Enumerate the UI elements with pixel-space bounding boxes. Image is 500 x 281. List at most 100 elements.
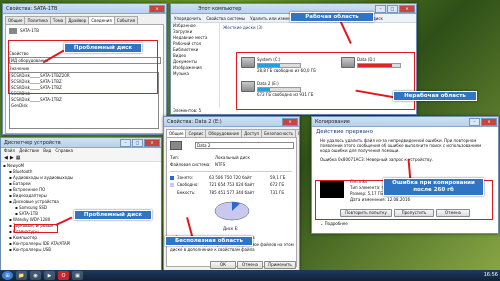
group-header: Жесткие диски (3)	[223, 25, 263, 30]
device-tree-label: Samsung SSD	[18, 205, 47, 210]
device-tree-item[interactable]: ▪ Контроллеры USB	[1, 247, 161, 253]
tab-2[interactable]: Тома	[49, 16, 67, 24]
window-title: Диспетчер устройств	[4, 139, 61, 146]
menu-item[interactable]: Файл	[4, 148, 15, 154]
close-button[interactable]: ✕	[399, 5, 415, 13]
tab-0[interactable]: Общие	[5, 16, 26, 24]
ok-button[interactable]: ОК	[210, 261, 236, 269]
used-label: Занято:	[177, 175, 194, 180]
device-tree-label: Контроллеры IDE ATA/ATAPI	[12, 241, 71, 246]
used-bytes: 63 506 750 720 байт	[209, 175, 252, 180]
tab-4[interactable]: Сведения	[88, 16, 115, 24]
tab-5[interactable]: События	[113, 16, 138, 24]
tab-strip: Общие Сервис Оборудование Доступ Безопасност…	[164, 127, 299, 137]
tab-2[interactable]: Оборудование	[205, 129, 243, 137]
tab-3[interactable]: Драйвер	[65, 16, 90, 24]
fs-value: NTFS	[215, 162, 226, 167]
back-icon[interactable]: ◀	[4, 155, 8, 161]
taskbar-opera-icon[interactable]: O	[58, 271, 69, 280]
free-label: Свободно:	[177, 182, 199, 187]
menu-item[interactable]: Справка	[55, 148, 73, 154]
command-1[interactable]: Свойства системы	[206, 16, 245, 21]
device-tree-label: Аудиовходы и аудиовыходы	[12, 175, 74, 180]
close-button[interactable]: ✕	[149, 5, 165, 13]
menu-item[interactable]: Вид	[43, 148, 51, 154]
more-details-label: Подробнее	[324, 221, 348, 226]
start-button[interactable]: ⊞	[2, 271, 13, 280]
device-name: SATA-1TB	[20, 28, 39, 33]
free-legend-swatch	[170, 183, 174, 187]
device-tree-label: Контроллеры USB	[12, 247, 51, 252]
tab-1[interactable]: Политика	[24, 16, 51, 24]
minimize-button[interactable]: –	[375, 5, 386, 13]
divider	[170, 171, 292, 172]
callout-copy-error: Ошибка при копировании после 260 гб	[383, 178, 484, 196]
highlight-device	[14, 224, 58, 233]
callout-problem-disk-2: Проблемный диск	[74, 210, 152, 220]
tab-1[interactable]: Сервис	[185, 129, 207, 137]
error-message: Не удалось удалить файл из-за непредвиде…	[320, 138, 482, 153]
volume-name-value: Data 2	[197, 143, 211, 148]
device-tree-label: NewyoM	[6, 163, 24, 168]
taskbar-browser-icon[interactable]: ◉	[30, 271, 41, 280]
device-tree-label: Компьютер	[12, 235, 37, 240]
device-tree-label: SATA-1TB	[18, 211, 38, 216]
minimize-button[interactable]: –	[469, 118, 480, 126]
capacity-bytes: 785 451 577 344 байт	[209, 190, 255, 195]
maximize-button[interactable]: □	[387, 5, 398, 13]
window-title: Этот компьютер	[198, 5, 242, 12]
used-gb: 59,1 ГБ	[270, 175, 286, 180]
command-0[interactable]: Упорядочить	[174, 16, 201, 21]
tab-3[interactable]: Доступ	[241, 129, 263, 137]
tab-5[interactable]: Квота	[295, 129, 299, 137]
maximize-button[interactable]: □	[132, 139, 143, 147]
capacity-label: Емкость:	[177, 190, 196, 195]
tab-4[interactable]: Безопасность	[261, 129, 297, 137]
tab-0[interactable]: Общие	[166, 129, 187, 137]
callout-problem-disk: Проблемный диск	[64, 43, 142, 53]
type-value: Локальный диск	[215, 155, 250, 160]
device-tree-label: Видеоадаптеры	[12, 193, 47, 198]
device-tree-label: Дисковые устройства	[12, 199, 59, 204]
error-header: Действие прервано	[316, 129, 373, 135]
disk-icon	[9, 28, 17, 34]
navigation-pane: Избранное Загрузки Недавние места Рабочий с…	[171, 23, 220, 108]
callout-nonwork-area: Нерабочая область	[393, 91, 477, 101]
usage-pie	[214, 201, 250, 221]
window-title: Свойства: SATA-1TB	[6, 5, 58, 12]
fs-label: Файловая система:	[170, 162, 211, 167]
close-button[interactable]: ✕	[144, 139, 160, 147]
device-tree: ▪ NewyoM ▪ Bluetooth ▪ Аудиовходы и аудиов…	[1, 162, 161, 253]
close-button[interactable]: ✕	[481, 118, 497, 126]
cancel-button[interactable]: Отмена	[237, 261, 263, 269]
value-list-item[interactable]: GenDisk	[10, 103, 158, 109]
window-titlebar: Свойства: SATA-1TB	[3, 4, 166, 14]
used-legend-swatch	[170, 176, 174, 180]
taskbar-clock: 16:56	[483, 272, 498, 278]
volume-name-input[interactable]: Data 2	[195, 142, 294, 149]
callout-work-area: Рабочая область	[290, 12, 374, 22]
device-tree-label: Батареи	[12, 181, 31, 186]
error-code: Ошибка 0x80071AC3: Неверный запрос к уст…	[320, 157, 434, 162]
device-tree-label: Bluetooth	[12, 169, 33, 174]
highlight-drives	[236, 52, 415, 110]
nav-item[interactable]: Музыка	[171, 71, 219, 77]
free-gb: 672 ГБ	[270, 182, 285, 187]
disk-label: Диск E:	[223, 226, 239, 231]
properties-icon[interactable]: ▦	[16, 155, 21, 161]
taskbar-app-icon[interactable]: ▣	[72, 271, 83, 280]
menu-item[interactable]: Действие	[19, 148, 39, 154]
forward-icon[interactable]: ▶	[10, 155, 14, 161]
taskbar-media-icon[interactable]: ▶	[44, 271, 55, 280]
minimize-button[interactable]: –	[120, 139, 131, 147]
drive-properties-window: Свойства: Data 2 (E:) ✕ Общие Сервис Обору…	[163, 116, 300, 273]
taskbar-explorer-icon[interactable]: 📁	[16, 271, 27, 280]
apply-button[interactable]: Применить	[264, 261, 296, 269]
more-details-toggle[interactable]: ⌄ Подробнее	[320, 221, 348, 226]
callout-useless-area: Бесполезная область	[165, 236, 253, 246]
type-label: Тип:	[170, 155, 180, 160]
device-tree-label: Wdesky WDY-1280	[12, 217, 51, 222]
close-button[interactable]: ✕	[282, 118, 298, 126]
window-title: Копирование	[315, 118, 350, 125]
drive-icon	[170, 141, 182, 150]
